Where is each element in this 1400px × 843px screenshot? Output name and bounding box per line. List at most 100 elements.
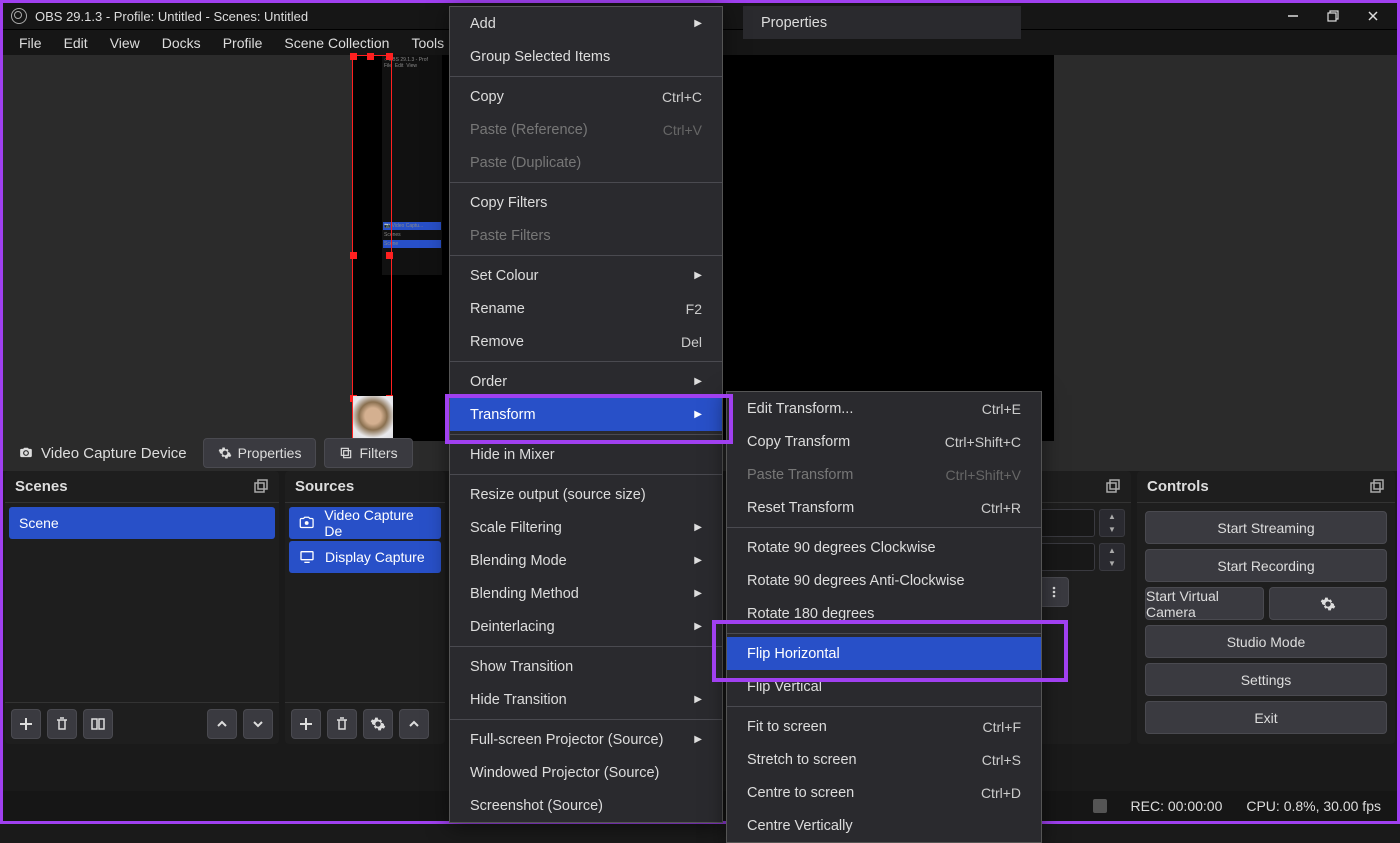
menu-item-flip-vertical[interactable]: Flip Vertical — [727, 670, 1041, 703]
menu-view[interactable]: View — [100, 33, 150, 53]
menu-item-rotate-90-degrees-anti-clockwise[interactable]: Rotate 90 degrees Anti-Clockwise — [727, 564, 1041, 597]
menu-item-paste-reference: Paste (Reference)Ctrl+V — [450, 113, 722, 146]
virtual-camera-settings-button[interactable] — [1269, 587, 1388, 620]
scene-item[interactable]: Scene — [9, 507, 275, 539]
submenu-arrow-icon: ▶ — [694, 376, 702, 387]
shortcut: Ctrl+E — [982, 401, 1021, 417]
menu-separator — [450, 434, 722, 435]
menu-item-windowed-projector-source[interactable]: Windowed Projector (Source) — [450, 756, 722, 789]
menu-item-deinterlacing[interactable]: Deinterlacing▶ — [450, 610, 722, 643]
scene-filter-button[interactable] — [83, 709, 113, 739]
studio-mode-button[interactable]: Studio Mode — [1145, 625, 1387, 658]
start-streaming-button[interactable]: Start Streaming — [1145, 511, 1387, 544]
filters-button[interactable]: Filters — [324, 438, 412, 468]
close-button[interactable] — [1365, 8, 1381, 24]
menu-item-transform[interactable]: Transform▶ — [450, 398, 722, 431]
cpu-status: CPU: 0.8%, 30.00 fps — [1246, 798, 1381, 814]
menu-item-reset-transform[interactable]: Reset TransformCtrl+R — [727, 491, 1041, 524]
start-recording-button[interactable]: Start Recording — [1145, 549, 1387, 582]
menu-item-hide-transition[interactable]: Hide Transition▶ — [450, 683, 722, 716]
menu-tools[interactable]: Tools — [401, 33, 454, 53]
menu-separator — [450, 182, 722, 183]
properties-button[interactable]: Properties — [203, 438, 317, 468]
settings-button[interactable]: Settings — [1145, 663, 1387, 696]
popout-icon[interactable] — [1369, 479, 1385, 495]
remove-scene-button[interactable] — [47, 709, 77, 739]
start-virtual-camera-button[interactable]: Start Virtual Camera — [1145, 587, 1264, 620]
menu-item-screenshot-source[interactable]: Screenshot (Source) — [450, 789, 722, 822]
menu-item-blending-method[interactable]: Blending Method▶ — [450, 577, 722, 610]
menu-edit[interactable]: Edit — [54, 33, 98, 53]
menu-item-rotate-90-degrees-clockwise[interactable]: Rotate 90 degrees Clockwise — [727, 531, 1041, 564]
menu-item-edit-transform[interactable]: Edit Transform...Ctrl+E — [727, 392, 1041, 425]
menu-scene-collection[interactable]: Scene Collection — [274, 33, 399, 53]
menu-item-group-selected-items[interactable]: Group Selected Items — [450, 40, 722, 73]
menu-item-rename[interactable]: RenameF2 — [450, 292, 722, 325]
menu-item-paste-transform: Paste TransformCtrl+Shift+V — [727, 458, 1041, 491]
menu-item-centre-to-screen[interactable]: Centre to screenCtrl+D — [727, 776, 1041, 809]
menu-item-stretch-to-screen[interactable]: Stretch to screenCtrl+S — [727, 743, 1041, 776]
minimize-button[interactable] — [1285, 8, 1301, 24]
camera-icon — [19, 446, 33, 460]
submenu-arrow-icon: ▶ — [694, 522, 702, 533]
source-item-display-capture[interactable]: Display Capture — [289, 541, 441, 573]
source-context-menu: Add▶Group Selected ItemsCopyCtrl+CPaste … — [449, 6, 723, 823]
transition-spinner[interactable]: ▲▼ — [1099, 509, 1125, 537]
move-scene-down-button[interactable] — [243, 709, 273, 739]
submenu-arrow-icon: ▶ — [694, 270, 702, 281]
popout-icon[interactable] — [1105, 479, 1121, 495]
menu-separator — [727, 527, 1041, 528]
source-properties-button[interactable] — [363, 709, 393, 739]
menu-separator — [450, 719, 722, 720]
source-item-video-capture[interactable]: Video Capture De — [289, 507, 441, 539]
exit-button[interactable]: Exit — [1145, 701, 1387, 734]
menu-item-rotate-180-degrees[interactable]: Rotate 180 degrees — [727, 597, 1041, 630]
menu-item-remove[interactable]: RemoveDel — [450, 325, 722, 358]
recording-status: REC: 00:00:00 — [1131, 798, 1223, 814]
move-source-up-button[interactable] — [399, 709, 429, 739]
menu-item-hide-in-mixer[interactable]: Hide in Mixer — [450, 438, 722, 471]
add-source-button[interactable] — [291, 709, 321, 739]
menu-item-full-screen-projector-source[interactable]: Full-screen Projector (Source)▶ — [450, 723, 722, 756]
monitor-icon — [299, 549, 315, 565]
add-scene-button[interactable] — [11, 709, 41, 739]
menu-separator — [450, 474, 722, 475]
menu-item-fit-to-screen[interactable]: Fit to screenCtrl+F — [727, 710, 1041, 743]
menu-item-flip-horizontal[interactable]: Flip Horizontal — [727, 637, 1041, 670]
menu-item-scale-filtering[interactable]: Scale Filtering▶ — [450, 511, 722, 544]
menu-item-copy[interactable]: CopyCtrl+C — [450, 80, 722, 113]
menu-item-resize-output-source-size[interactable]: Resize output (source size) — [450, 478, 722, 511]
menu-file[interactable]: File — [9, 33, 52, 53]
menu-docks[interactable]: Docks — [152, 33, 211, 53]
resize-handle[interactable] — [350, 53, 357, 60]
menu-item-order[interactable]: Order▶ — [450, 365, 722, 398]
menu-item-blending-mode[interactable]: Blending Mode▶ — [450, 544, 722, 577]
menu-separator — [450, 361, 722, 362]
source-selection-outline[interactable] — [352, 55, 392, 455]
popout-icon[interactable] — [253, 479, 269, 495]
menu-separator — [727, 706, 1041, 707]
transition-more-button[interactable] — [1039, 577, 1069, 607]
resize-handle[interactable] — [367, 53, 374, 60]
menu-item-add[interactable]: Add▶ — [450, 7, 722, 40]
transition-duration-spinner[interactable]: ▲▼ — [1099, 543, 1125, 571]
menu-item-centre-vertically[interactable]: Centre Vertically — [727, 809, 1041, 842]
shortcut: Del — [681, 334, 702, 350]
app-icon — [11, 8, 27, 24]
shortcut: Ctrl+F — [983, 719, 1022, 735]
menu-profile[interactable]: Profile — [213, 33, 273, 53]
menu-item-copy-filters[interactable]: Copy Filters — [450, 186, 722, 219]
shortcut: Ctrl+D — [981, 785, 1021, 801]
menu-item-set-colour[interactable]: Set Colour▶ — [450, 259, 722, 292]
resize-handle[interactable] — [386, 53, 393, 60]
resize-handle[interactable] — [350, 252, 357, 259]
context-properties-item[interactable]: Properties — [743, 6, 1021, 39]
menu-item-show-transition[interactable]: Show Transition — [450, 650, 722, 683]
resize-handle[interactable] — [386, 252, 393, 259]
menu-item-paste-duplicate: Paste (Duplicate) — [450, 146, 722, 179]
scenes-panel: Scenes Scene — [5, 471, 279, 744]
menu-item-copy-transform[interactable]: Copy TransformCtrl+Shift+C — [727, 425, 1041, 458]
maximize-button[interactable] — [1325, 8, 1341, 24]
move-scene-up-button[interactable] — [207, 709, 237, 739]
remove-source-button[interactable] — [327, 709, 357, 739]
